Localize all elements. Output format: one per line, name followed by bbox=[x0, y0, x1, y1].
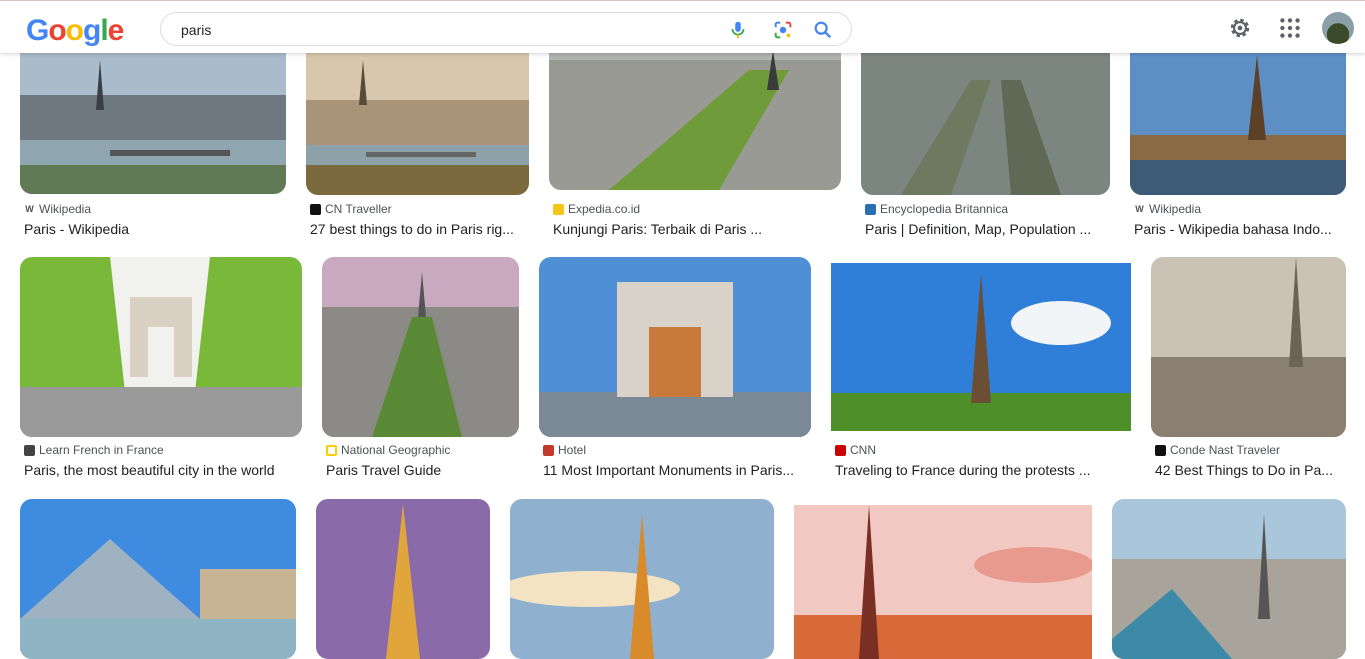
result-source[interactable]: CNN bbox=[835, 443, 876, 457]
logo-letter: o bbox=[65, 14, 84, 47]
result-title[interactable]: Traveling to France during the protests … bbox=[835, 462, 1129, 478]
cnn-favicon-icon bbox=[835, 444, 846, 456]
apps-icon[interactable] bbox=[1277, 15, 1303, 41]
result-thumbnail[interactable] bbox=[1151, 257, 1346, 437]
wikipedia-favicon-icon: W bbox=[25, 203, 34, 214]
result-source[interactable]: Learn French in France bbox=[24, 443, 164, 457]
lens-icon[interactable] bbox=[772, 19, 794, 41]
result-thumbnail[interactable] bbox=[1112, 499, 1346, 659]
image-results-grid: W Wikipedia Paris - Wikipedia CN Travell… bbox=[0, 0, 1365, 659]
google-logo[interactable]: Google bbox=[26, 14, 125, 48]
result-title[interactable]: 27 best things to do in Paris rig... bbox=[310, 221, 525, 237]
result-title[interactable]: Paris - Wikipedia bahasa Indo... bbox=[1134, 221, 1342, 237]
logo-letter: G bbox=[26, 14, 49, 47]
result-thumbnail[interactable] bbox=[20, 499, 296, 659]
national-geographic-favicon-icon bbox=[326, 444, 337, 456]
search-box[interactable] bbox=[160, 12, 852, 46]
result-source[interactable]: Hotel bbox=[543, 443, 586, 457]
image-result-card[interactable]: CNN Traveling to France during the prote… bbox=[831, 257, 1131, 483]
britannica-favicon-icon bbox=[865, 203, 876, 215]
result-source[interactable]: Conde Nast Traveler bbox=[1155, 443, 1280, 457]
logo-letter: l bbox=[100, 14, 108, 47]
result-thumbnail[interactable] bbox=[316, 499, 490, 659]
result-title[interactable]: Paris - Wikipedia bbox=[24, 221, 284, 237]
image-result-card[interactable]: W Wikipedia Paris - Wikipedia bahasa Ind… bbox=[1130, 40, 1346, 240]
logo-letter: o bbox=[48, 14, 66, 47]
result-title[interactable]: Paris Travel Guide bbox=[326, 462, 516, 478]
result-title[interactable]: 11 Most Important Monuments in Paris... bbox=[543, 462, 809, 478]
result-title[interactable]: Paris, the most beautiful city in the wo… bbox=[24, 462, 300, 478]
search-icon[interactable] bbox=[812, 19, 834, 41]
cn-traveller-favicon-icon bbox=[310, 203, 321, 215]
result-thumbnail[interactable] bbox=[306, 40, 529, 195]
top-bar: Google bbox=[0, 0, 1365, 53]
result-thumbnail[interactable] bbox=[831, 263, 1131, 431]
result-thumbnail[interactable] bbox=[794, 505, 1092, 659]
conde-nast-favicon-icon bbox=[1155, 444, 1166, 456]
result-thumbnail[interactable] bbox=[322, 257, 519, 437]
hotel-favicon-icon bbox=[543, 444, 554, 456]
result-thumbnail[interactable] bbox=[20, 40, 286, 194]
result-thumbnail[interactable] bbox=[20, 257, 302, 437]
result-title[interactable]: Kunjungi Paris: Terbaik di Paris ... bbox=[553, 221, 838, 237]
logo-letter: e bbox=[107, 14, 125, 47]
learn-french-favicon-icon bbox=[24, 444, 35, 456]
image-result-card[interactable]: Expedia.co.id Kunjungi Paris: Terbaik di… bbox=[549, 40, 841, 240]
image-result-card[interactable]: Encyclopedia Britannica Paris | Definiti… bbox=[861, 40, 1110, 240]
gear-icon[interactable] bbox=[1227, 15, 1253, 41]
image-result-card[interactable]: National Geographic Paris Travel Guide bbox=[322, 257, 519, 483]
result-title[interactable]: 42 Best Things to Do in Pa... bbox=[1155, 462, 1343, 478]
result-thumbnail[interactable] bbox=[549, 40, 841, 190]
expedia-favicon-icon bbox=[553, 203, 564, 215]
result-thumbnail[interactable] bbox=[510, 499, 774, 659]
logo-letter: g bbox=[83, 14, 101, 47]
image-result-card[interactable]: W Wikipedia Paris - Wikipedia bbox=[20, 40, 286, 240]
mic-icon[interactable] bbox=[727, 19, 749, 41]
result-source[interactable]: National Geographic bbox=[326, 443, 450, 457]
result-source[interactable]: W Wikipedia bbox=[24, 202, 91, 216]
result-source[interactable]: Expedia.co.id bbox=[553, 202, 640, 216]
image-result-card[interactable]: Conde Nast Traveler 42 Best Things to Do… bbox=[1151, 257, 1346, 483]
result-thumbnail[interactable] bbox=[1130, 40, 1346, 195]
result-thumbnail[interactable] bbox=[861, 40, 1110, 195]
image-result-card[interactable]: CN Traveller 27 best things to do in Par… bbox=[306, 40, 529, 240]
search-input[interactable] bbox=[181, 20, 701, 40]
image-result-card[interactable]: Hotel 11 Most Important Monuments in Par… bbox=[539, 257, 811, 483]
result-source[interactable]: W Wikipedia bbox=[1134, 202, 1201, 216]
result-thumbnail[interactable] bbox=[539, 257, 811, 437]
image-result-card[interactable]: Learn French in France Paris, the most b… bbox=[20, 257, 302, 483]
avatar[interactable] bbox=[1322, 12, 1354, 44]
wikipedia-favicon-icon: W bbox=[1135, 203, 1144, 214]
result-source[interactable]: Encyclopedia Britannica bbox=[865, 202, 1008, 216]
result-title[interactable]: Paris | Definition, Map, Population ... bbox=[865, 221, 1107, 237]
result-source[interactable]: CN Traveller bbox=[310, 202, 392, 216]
